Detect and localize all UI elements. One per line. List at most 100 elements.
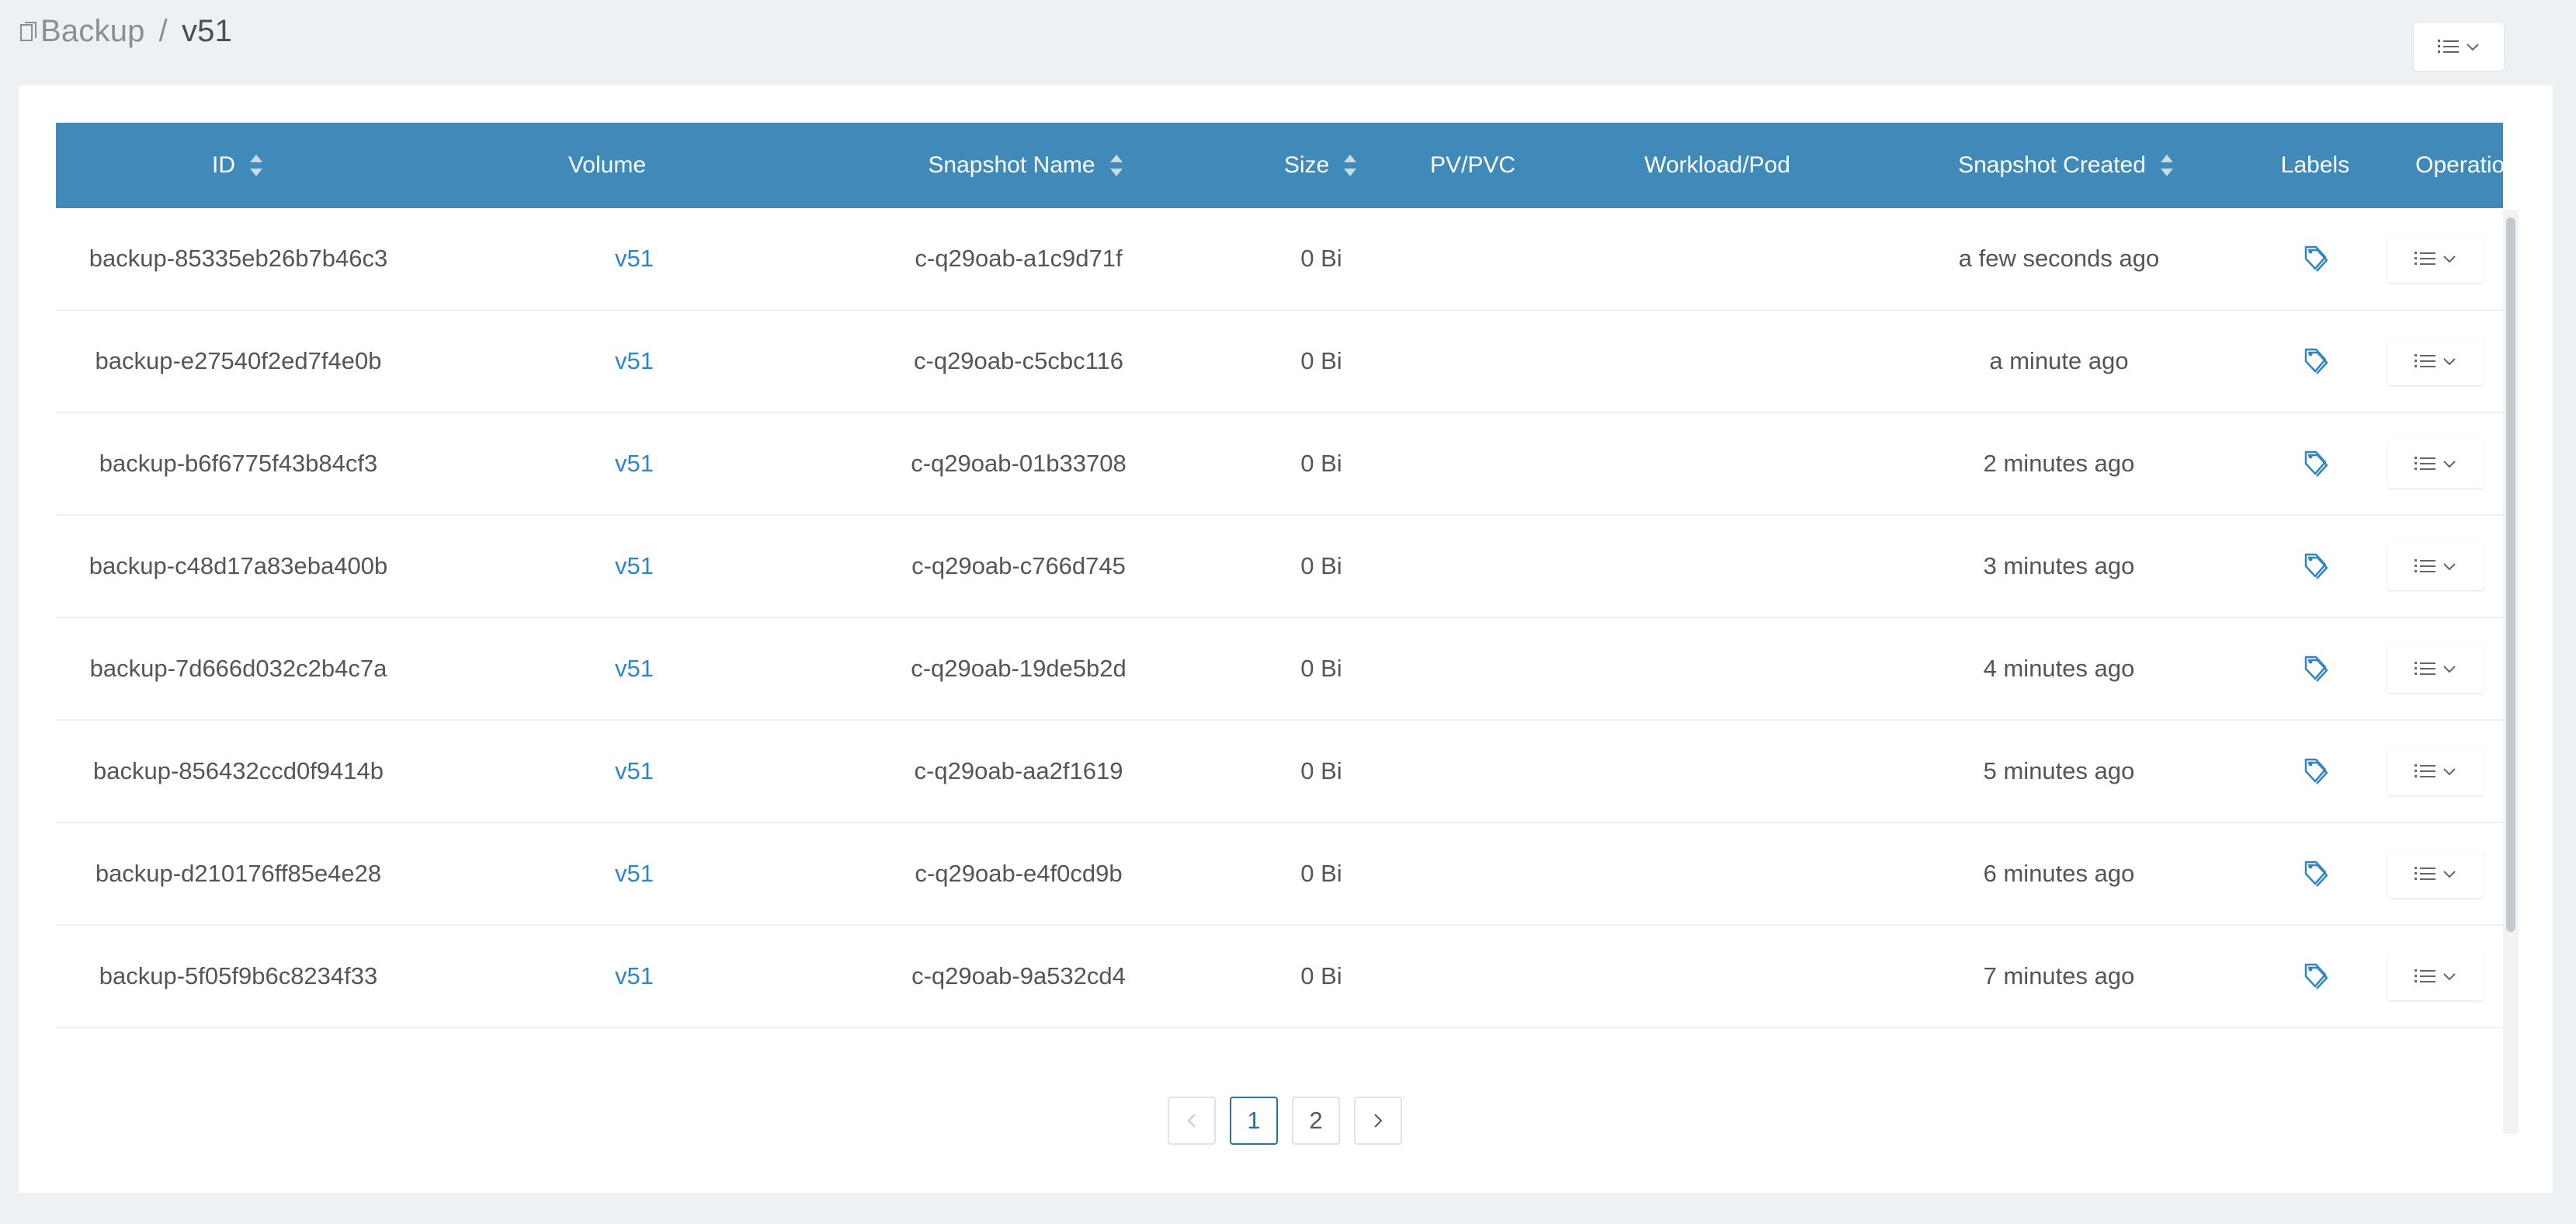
cell-id: backup-b6f6775f43b84cf3 (99, 450, 378, 477)
column-header-label: Operation (2415, 152, 2503, 178)
prev-page-button[interactable] (1168, 1097, 1216, 1145)
cell-volume[interactable]: v51 (460, 721, 809, 822)
cell-created: a minute ago (1989, 347, 2129, 374)
cell-snapshot: c-q29oab-e4f0cd9b (915, 860, 1123, 887)
breadcrumb-current: v51 (181, 14, 233, 48)
cell-workload (1578, 926, 1857, 1027)
cell-operation (2323, 311, 2503, 412)
column-header-id[interactable]: ID (56, 123, 421, 208)
cell-operation (2323, 618, 2503, 719)
cell-volume[interactable]: v51 (460, 413, 809, 514)
cell-id: backup-c48d17a83eba400b (89, 552, 388, 579)
page-button-1[interactable]: 1 (1230, 1097, 1278, 1145)
table-row: backup-5f05f9b6c8234f33 v51 c-q29oab-9a532… (56, 926, 2503, 1028)
cell-snapshot: c-q29oab-c5cbc116 (914, 347, 1123, 374)
cell-created: 2 minutes ago (1983, 450, 2135, 477)
copy-icon (20, 21, 36, 41)
operation-menu-button[interactable] (2387, 440, 2484, 488)
column-header-label: Labels (2280, 152, 2350, 178)
pagination: 12 (1168, 1097, 1402, 1145)
breadcrumb-separator: / (158, 14, 168, 48)
table-row: backup-b6f6775f43b84cf3 v51 c-q29oab-01b33… (56, 413, 2503, 516)
cell-volume[interactable]: v51 (460, 208, 809, 309)
cell-volume[interactable]: v51 (460, 516, 809, 617)
chevron-down-icon (2443, 666, 2456, 673)
chevron-down-icon (2443, 461, 2456, 468)
bulk-actions-button[interactable] (2413, 22, 2505, 71)
breadcrumb: Backup / v51 (19, 14, 232, 49)
cell-pvpvc (1376, 926, 1570, 1027)
column-header-label: PV/PVC (1429, 152, 1516, 178)
cell-workload (1578, 516, 1857, 617)
cell-pvpvc (1376, 413, 1570, 514)
operation-menu-button[interactable] (2387, 747, 2484, 795)
cell-created: 3 minutes ago (1983, 552, 2135, 579)
list-icon (2415, 559, 2435, 572)
cell-snapshot: c-q29oab-19de5b2d (911, 655, 1127, 682)
cell-operation (2323, 926, 2503, 1027)
cell-pvpvc (1376, 721, 1570, 822)
list-icon (2415, 457, 2435, 470)
breadcrumb-root[interactable]: Backup (40, 14, 145, 49)
table-row: backup-d210176ff85e4e28 v51 c-q29oab-e4f0c… (56, 823, 2503, 926)
cell-volume[interactable]: v51 (460, 311, 809, 412)
operation-menu-button[interactable] (2387, 952, 2484, 1000)
cell-pvpvc (1376, 208, 1570, 309)
list-icon (2415, 354, 2435, 367)
scrollbar-thumb[interactable] (2506, 217, 2515, 932)
cell-volume[interactable]: v51 (460, 823, 809, 924)
operation-menu-button[interactable] (2387, 542, 2484, 590)
column-header-snapshot[interactable]: Snapshot Name (817, 123, 1236, 208)
list-icon (2438, 40, 2459, 53)
next-page-button[interactable] (1354, 1097, 1402, 1145)
cell-operation (2323, 823, 2503, 924)
cell-workload (1578, 823, 1857, 924)
cell-volume[interactable]: v51 (460, 926, 809, 1027)
cell-id: backup-5f05f9b6c8234f33 (99, 962, 378, 989)
backup-table: ID Volume Snapshot Name Size PV/PVC Worklo… (56, 123, 2503, 1062)
chevron-down-icon (2443, 563, 2456, 571)
sort-icon[interactable] (1108, 152, 1125, 179)
sort-icon[interactable] (2158, 152, 2175, 179)
table-row: backup-7d666d032c2b4c7a v51 c-q29oab-19de5… (56, 618, 2503, 721)
cell-operation (2323, 208, 2503, 309)
table-row: backup-85335eb26b7b46c3 v51 c-q29oab-a1c9d… (56, 208, 2503, 311)
cell-operation (2323, 516, 2503, 617)
table-row: backup-e27540f2ed7f4e0b v51 c-q29oab-c5cbc… (56, 311, 2503, 413)
cell-workload (1578, 311, 1857, 412)
operation-menu-button[interactable] (2387, 235, 2484, 283)
cell-created: 6 minutes ago (1983, 860, 2135, 887)
chevron-right-icon (1374, 1114, 1383, 1128)
cell-pvpvc (1376, 823, 1570, 924)
sort-icon[interactable] (248, 152, 265, 179)
table-scrollbar[interactable] (2503, 210, 2519, 1134)
cell-id: backup-d210176ff85e4e28 (95, 860, 382, 887)
table-row: backup-c48d17a83eba400b v51 c-q29oab-c766d… (56, 516, 2503, 618)
column-header-label: Snapshot Name (928, 152, 1095, 178)
cell-snapshot: c-q29oab-aa2f1619 (914, 757, 1123, 784)
cell-operation (2323, 721, 2503, 822)
list-icon (2415, 764, 2435, 777)
cell-id: backup-7d666d032c2b4c7a (89, 655, 387, 682)
cell-created: 7 minutes ago (1983, 962, 2135, 989)
content-panel: ID Volume Snapshot Name Size PV/PVC Worklo… (19, 85, 2553, 1193)
cell-operation (2323, 413, 2503, 514)
column-header-volume: Volume (491, 123, 724, 208)
column-header-workload: Workload/Pod (1578, 123, 1857, 208)
cell-pvpvc (1376, 618, 1570, 719)
list-icon (2415, 662, 2435, 675)
cell-snapshot: c-q29oab-01b33708 (911, 450, 1127, 477)
page-button-2[interactable]: 2 (1292, 1097, 1340, 1145)
operation-menu-button[interactable] (2387, 645, 2484, 693)
operation-menu-button[interactable] (2387, 850, 2484, 898)
cell-id: backup-856432ccd0f9414b (92, 757, 384, 784)
cell-workload (1578, 721, 1857, 822)
sort-icon[interactable] (1342, 152, 1359, 179)
cell-volume[interactable]: v51 (460, 618, 809, 719)
cell-snapshot: c-q29oab-a1c9d71f (915, 245, 1123, 272)
column-header-label: Volume (568, 152, 647, 178)
operation-menu-button[interactable] (2387, 337, 2484, 385)
cell-pvpvc (1376, 516, 1570, 617)
cell-workload (1578, 413, 1857, 514)
cell-snapshot: c-q29oab-c766d745 (911, 552, 1126, 579)
